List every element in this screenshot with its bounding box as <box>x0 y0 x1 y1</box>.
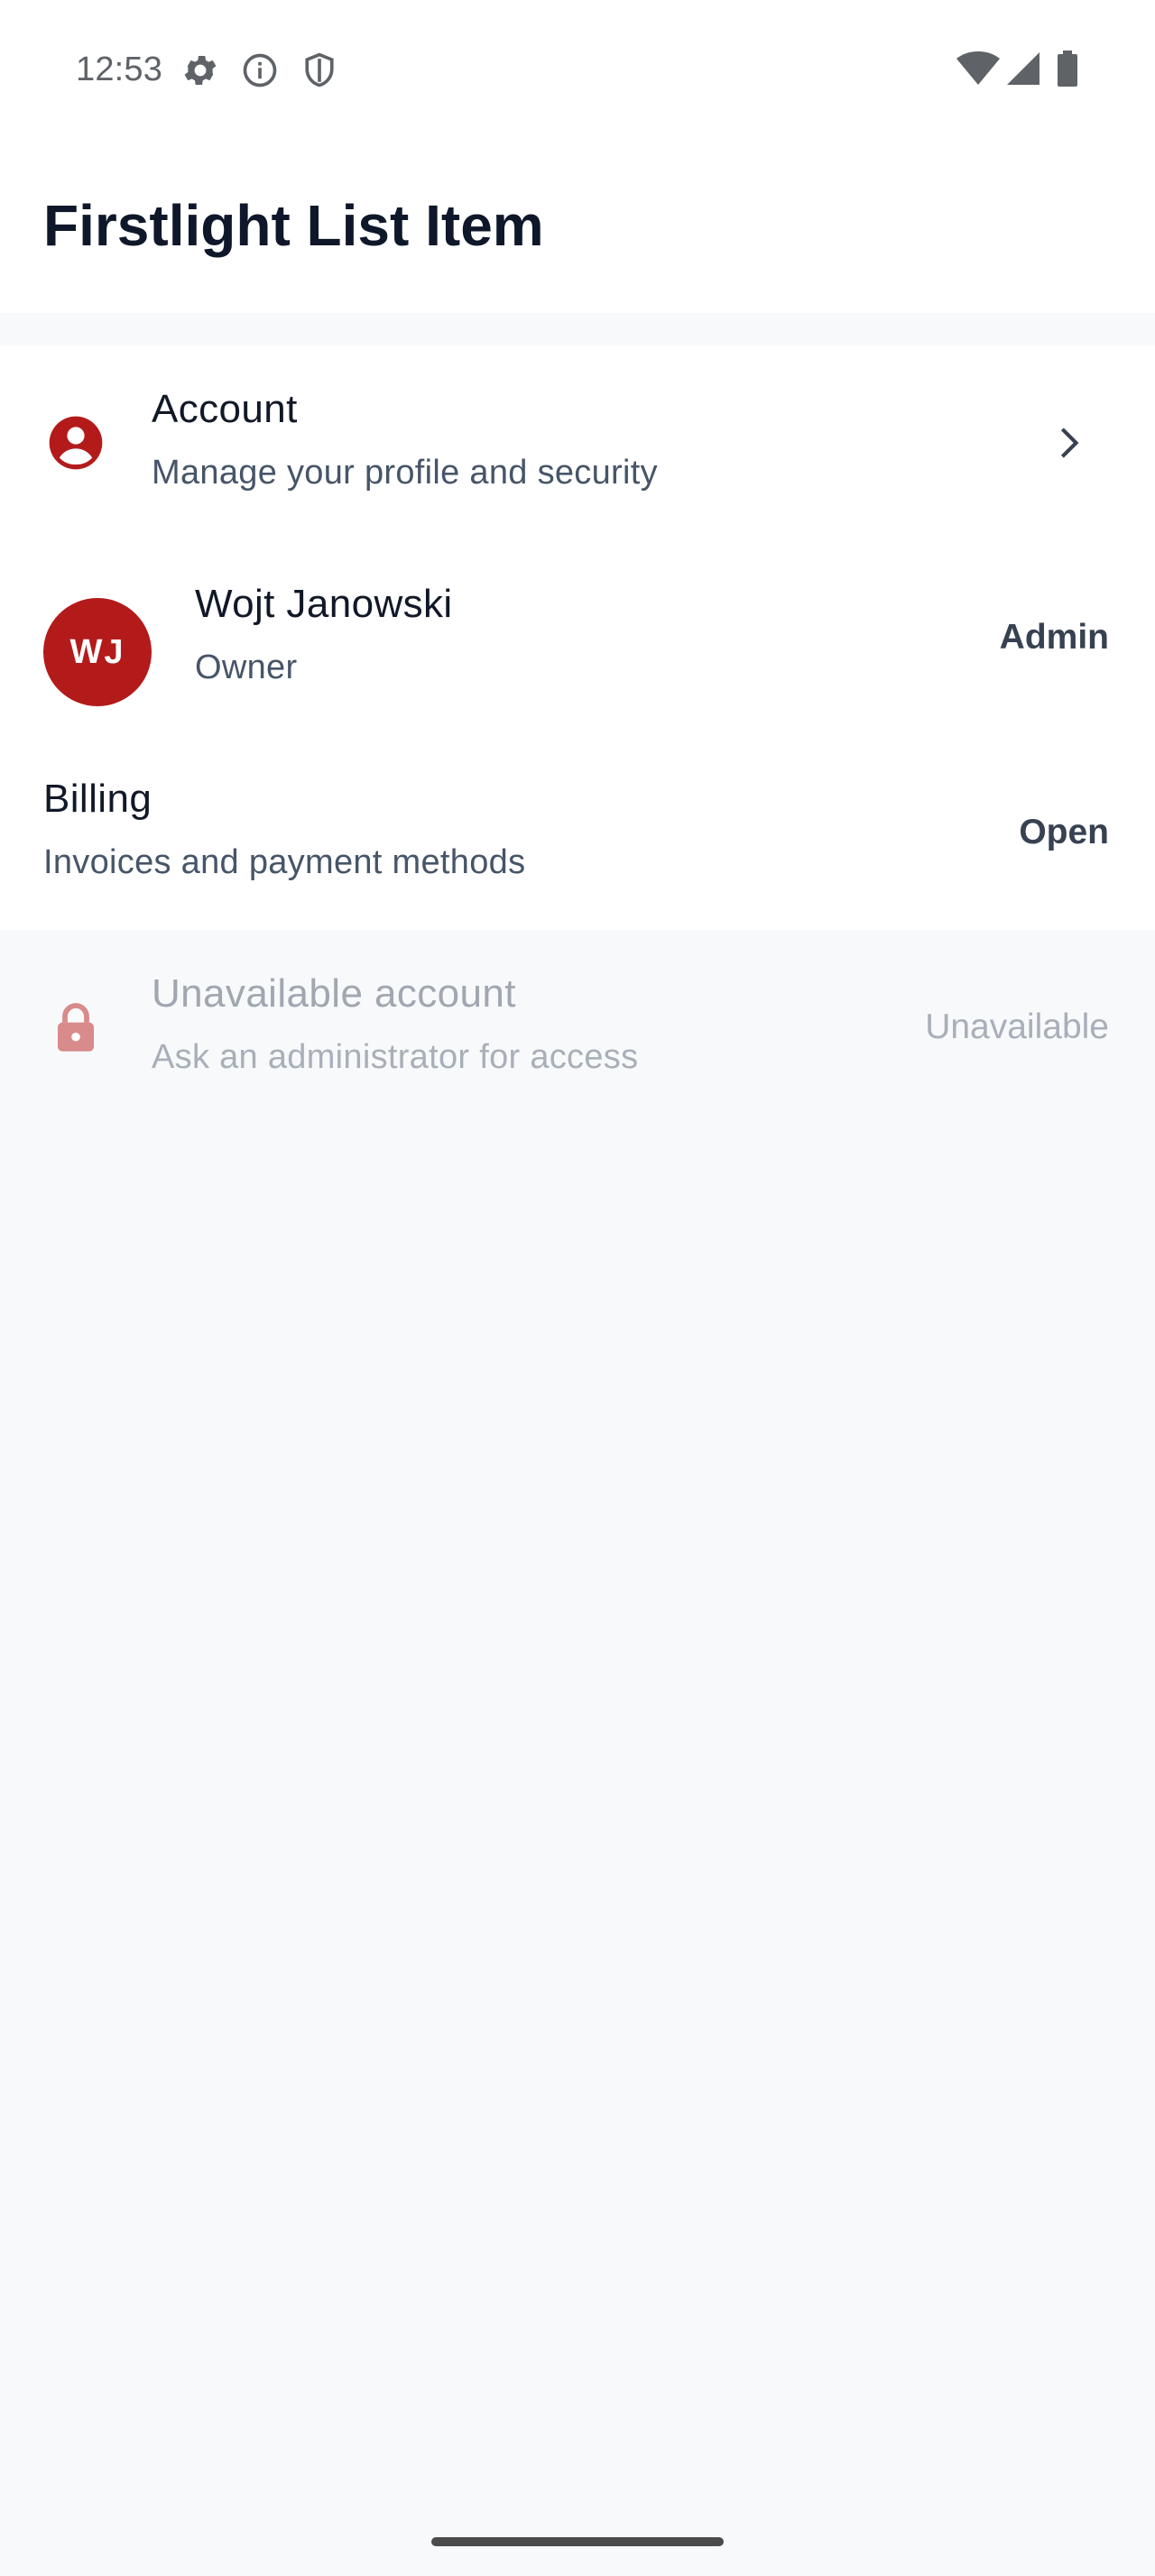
app-header: Firstlight List Item <box>0 140 1155 313</box>
cell-signal-icon <box>1007 52 1040 85</box>
open-action-label: Open <box>1019 813 1109 851</box>
list-item-subtitle: Owner <box>195 649 298 686</box>
settings-list: Account Manage your profile and security… <box>0 345 1155 1125</box>
list-item-billing[interactable]: Billing Invoices and payment methods Ope… <box>0 735 1155 930</box>
role-label: Admin <box>999 618 1109 657</box>
settings-gear-icon <box>184 56 217 85</box>
avatar: WJ <box>43 598 152 706</box>
list-item-user[interactable]: WJ Wojt Janowski Owner Admin <box>0 540 1155 735</box>
status-time: 12:53 <box>76 51 163 88</box>
list-item-subtitle: Invoices and payment methods <box>43 843 526 881</box>
list-item-title: Unavailable account <box>152 971 516 1016</box>
status-bar: 12:53 <box>0 0 1155 140</box>
lock-icon <box>58 1003 94 1052</box>
account-circle-icon <box>49 416 103 470</box>
list-item-account[interactable]: Account Manage your profile and security <box>0 345 1155 540</box>
wifi-icon <box>956 51 1000 85</box>
list-item-subtitle: Manage your profile and security <box>152 454 658 492</box>
shield-icon <box>305 52 334 87</box>
battery-icon <box>1058 51 1077 87</box>
home-gesture-bar[interactable] <box>431 2537 724 2546</box>
chevron-right-icon <box>1060 428 1079 458</box>
list-item-title: Billing <box>43 777 152 821</box>
page-title: Firstlight List Item <box>43 193 544 258</box>
unavailable-status-label: Unavailable <box>925 1007 1109 1046</box>
list-item-title: Account <box>152 387 298 431</box>
info-icon <box>243 53 277 87</box>
list-item-unavailable-account: Unavailable account Ask an administrator… <box>0 930 1155 1125</box>
list-item-title: Wojt Janowski <box>195 582 453 626</box>
list-item-subtitle: Ask an administrator for access <box>152 1038 639 1076</box>
